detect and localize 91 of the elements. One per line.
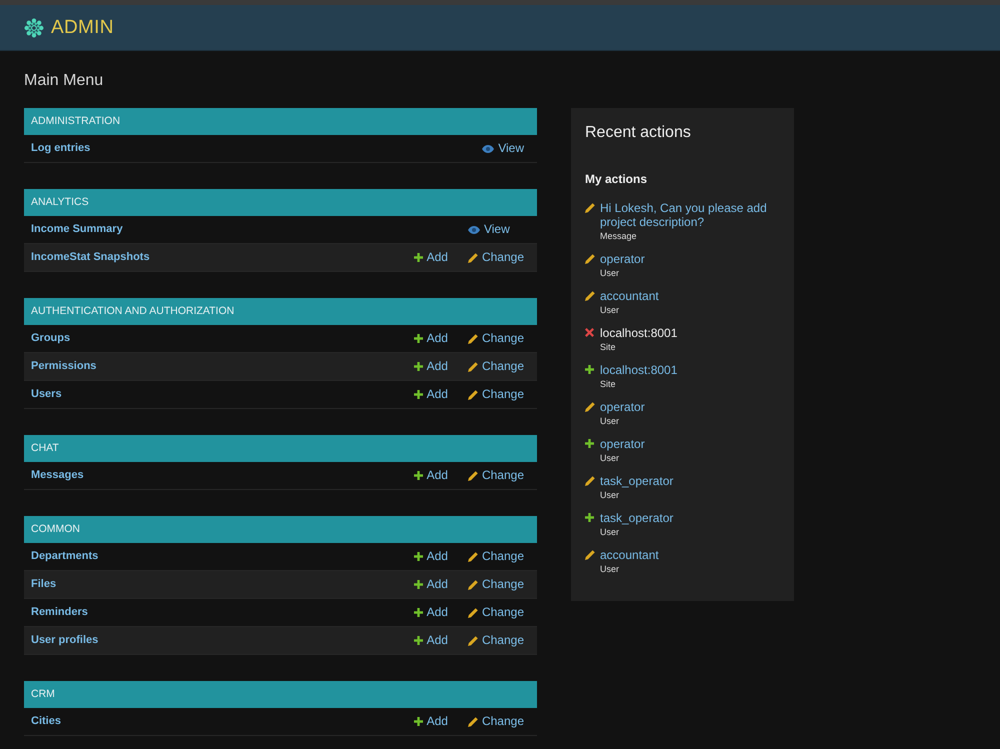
content-type-label: User xyxy=(600,415,620,428)
change-link[interactable]: Change xyxy=(468,715,524,728)
panel-subtitle: My actions xyxy=(585,172,648,186)
pencil-icon xyxy=(468,716,478,726)
site-title[interactable]: ADMIN xyxy=(51,16,114,38)
add-link[interactable]: Add xyxy=(414,578,448,591)
add-link[interactable]: Add xyxy=(414,550,448,563)
add-link[interactable]: Add xyxy=(414,360,448,373)
model-link[interactable]: Files xyxy=(31,578,56,591)
logo-icon xyxy=(24,18,44,38)
plus-icon xyxy=(414,362,423,371)
change-link[interactable]: Change xyxy=(468,606,524,619)
pencil-icon xyxy=(585,254,595,264)
panel-title: Recent actions xyxy=(585,123,692,142)
model-link[interactable]: Cities xyxy=(31,715,61,728)
add-link[interactable]: Add xyxy=(414,388,448,401)
pencil-icon xyxy=(585,203,595,213)
change-link[interactable]: Change xyxy=(468,550,524,563)
model-link[interactable]: Groups xyxy=(31,332,70,345)
change-link[interactable]: Change xyxy=(468,634,524,647)
action-link[interactable]: accountant xyxy=(600,289,659,303)
plus-icon xyxy=(414,390,423,399)
plus-icon xyxy=(414,552,423,561)
action-link[interactable]: Hi Lokesh, Can you please add project description? xyxy=(600,201,780,229)
page-title: Main Menu xyxy=(24,71,104,91)
content-type-label: Site xyxy=(600,341,617,354)
action-link[interactable]: operator xyxy=(600,400,645,414)
deleted-object-text: localhost:8001 xyxy=(600,326,678,340)
pencil-icon xyxy=(585,550,595,560)
pencil-icon xyxy=(468,362,478,372)
change-link[interactable]: Change xyxy=(468,469,524,482)
add-link[interactable]: Add xyxy=(414,332,448,345)
model-link[interactable]: Permissions xyxy=(31,360,96,373)
content-type-label: Message xyxy=(600,230,638,243)
content-type-label: User xyxy=(600,563,620,576)
pencil-icon xyxy=(468,636,478,646)
plus-icon xyxy=(585,513,594,522)
eye-icon xyxy=(468,226,480,234)
action-link[interactable]: localhost:8001 xyxy=(600,363,678,377)
plus-icon xyxy=(414,580,423,589)
plus-icon xyxy=(414,253,423,262)
add-link[interactable]: Add xyxy=(414,606,448,619)
action-link[interactable]: operator xyxy=(600,252,645,266)
model-link[interactable]: Users xyxy=(31,388,62,401)
plus-icon xyxy=(414,334,423,343)
view-link[interactable]: View xyxy=(482,142,524,155)
pencil-icon xyxy=(585,402,595,412)
plus-icon xyxy=(414,717,423,726)
change-link[interactable]: Change xyxy=(468,251,524,264)
content-type-label: User xyxy=(600,452,620,465)
plus-icon xyxy=(585,365,594,374)
pencil-icon xyxy=(468,252,478,262)
model-link[interactable]: Departments xyxy=(31,550,98,563)
content-type-label: Site xyxy=(600,378,617,391)
pencil-icon xyxy=(468,470,478,480)
plus-icon xyxy=(585,439,594,448)
change-link[interactable]: Change xyxy=(468,578,524,591)
add-link[interactable]: Add xyxy=(414,251,448,264)
action-link[interactable]: operator xyxy=(600,437,645,451)
pencil-icon xyxy=(468,580,478,590)
model-link[interactable]: Reminders xyxy=(31,606,88,619)
pencil-icon xyxy=(468,390,478,400)
pencil-icon xyxy=(468,334,478,344)
model-link[interactable]: Income Summary xyxy=(31,223,123,236)
content-type-label: User xyxy=(600,526,620,539)
add-link[interactable]: Add xyxy=(414,469,448,482)
pencil-icon xyxy=(585,291,595,301)
action-link[interactable]: accountant xyxy=(600,548,659,562)
model-link[interactable]: IncomeStat Snapshots xyxy=(31,251,150,264)
content-type-label: User xyxy=(600,267,620,280)
content-type-label: User xyxy=(600,489,620,502)
pencil-icon xyxy=(468,608,478,618)
action-link[interactable]: task_operator xyxy=(600,511,674,525)
add-link[interactable]: Add xyxy=(414,634,448,647)
change-link[interactable]: Change xyxy=(468,388,524,401)
pencil-icon xyxy=(468,552,478,562)
plus-icon xyxy=(414,636,423,645)
content-type-label: User xyxy=(600,304,620,317)
view-link[interactable]: View xyxy=(468,223,510,236)
plus-icon xyxy=(414,608,423,617)
change-link[interactable]: Change xyxy=(468,360,524,373)
change-link[interactable]: Change xyxy=(468,332,524,345)
eye-icon xyxy=(482,144,494,152)
model-link[interactable]: Log entries xyxy=(31,142,90,155)
cross-icon xyxy=(585,328,594,337)
plus-icon xyxy=(414,471,423,480)
add-link[interactable]: Add xyxy=(414,715,448,728)
action-link[interactable]: task_operator xyxy=(600,474,674,488)
model-link[interactable]: User profiles xyxy=(31,634,98,647)
pencil-icon xyxy=(585,476,595,486)
model-link[interactable]: Messages xyxy=(31,469,84,482)
